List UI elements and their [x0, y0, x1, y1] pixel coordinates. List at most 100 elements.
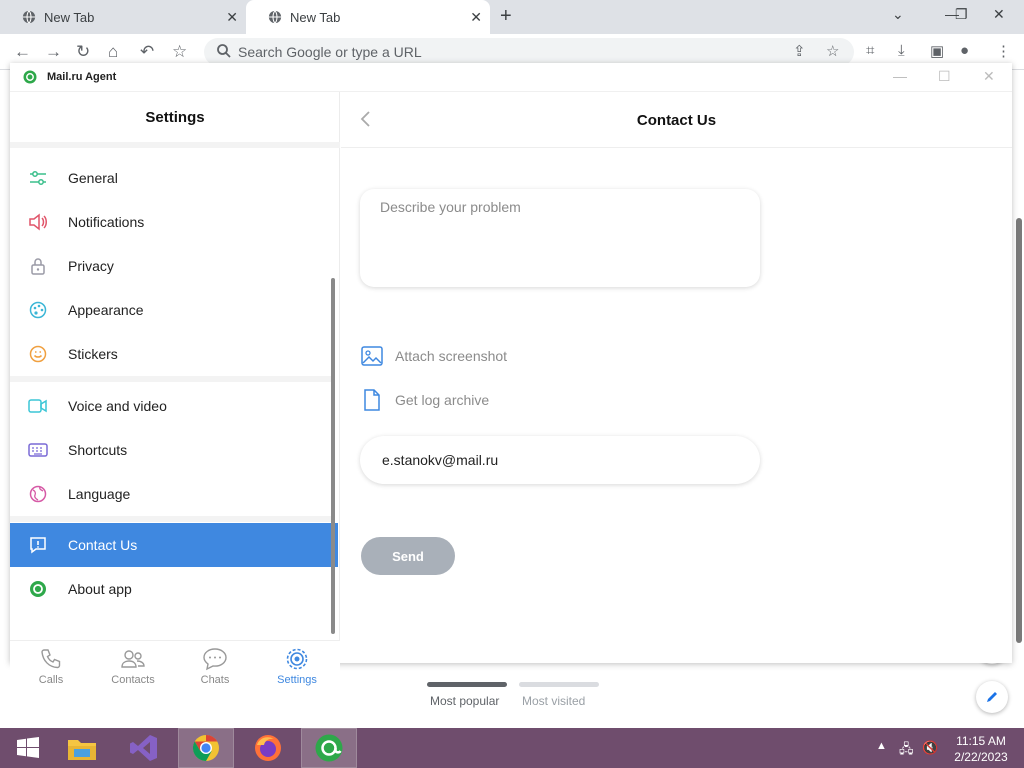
taskbar-visual-studio[interactable]	[116, 728, 172, 768]
start-button[interactable]	[0, 728, 56, 768]
close-tab-icon[interactable]: ✕	[470, 9, 482, 26]
tab-most-popular[interactable]: Most popular	[430, 694, 499, 708]
get-log-archive-label: Get log archive	[395, 392, 490, 408]
sidebar-item-appearance[interactable]: Appearance	[10, 288, 338, 332]
share-icon[interactable]: ⇪	[793, 42, 806, 60]
star-icon[interactable]: ☆	[826, 42, 839, 60]
nav-contacts[interactable]: Contacts	[92, 641, 174, 693]
tab-title: New Tab	[290, 9, 341, 25]
sidebar-item-label: Voice and video	[68, 398, 167, 414]
sidebar-item-stickers[interactable]: Stickers	[10, 332, 338, 376]
gear-icon	[286, 648, 308, 670]
taskbar-mail-agent[interactable]	[301, 728, 357, 768]
browser-tab[interactable]: New Tab ✕	[0, 0, 246, 34]
chat-bubble-icon	[203, 648, 227, 671]
taskbar-firefox[interactable]	[240, 728, 296, 768]
pencil-icon	[987, 692, 997, 702]
kebab-menu-icon[interactable]: ⋮	[996, 42, 1011, 60]
tab-search-chevron-icon[interactable]: ⌄	[892, 6, 904, 23]
side-panel-icon[interactable]: ▣	[930, 42, 944, 60]
app-titlebar: Mail.ru Agent — ☐ ✕	[10, 63, 1012, 92]
taskbar-chrome[interactable]	[178, 728, 234, 768]
sidebar-item-privacy[interactable]: Privacy	[10, 244, 338, 288]
globe-icon	[268, 10, 282, 24]
camera-icon	[28, 396, 48, 416]
close-tab-icon[interactable]: ✕	[226, 9, 238, 26]
close-icon[interactable]: ✕	[983, 68, 995, 85]
reload-icon[interactable]: ↻	[76, 42, 90, 62]
globe-icon	[22, 10, 36, 24]
maximize-icon[interactable]: ☐	[938, 68, 951, 85]
profile-avatar-icon[interactable]: ●	[960, 42, 969, 59]
taskbar-file-explorer[interactable]	[54, 728, 110, 768]
chevron-left-icon[interactable]	[359, 110, 371, 128]
new-tab-icon[interactable]: +	[500, 5, 512, 28]
search-icon	[217, 44, 231, 58]
network-icon[interactable]: 🖧	[899, 740, 914, 762]
email-card	[360, 436, 760, 484]
nav-label: Calls	[38, 674, 64, 686]
sidebar-item-label: Stickers	[68, 346, 118, 362]
volume-muted-icon[interactable]: 🔇	[922, 740, 938, 756]
sidebar-item-voice-video[interactable]: Voice and video	[10, 384, 338, 428]
nav-chats[interactable]: Chats	[174, 641, 256, 693]
clock-date: 2/22/2023	[954, 750, 1008, 764]
sidebar-divider	[10, 376, 332, 382]
agent-logo-icon	[23, 70, 37, 84]
message-alert-icon	[28, 535, 48, 555]
omnibox-placeholder: Search Google or type a URL	[238, 44, 422, 60]
send-button[interactable]: Send	[361, 537, 455, 575]
image-icon	[360, 346, 384, 366]
nav-label: Contacts	[111, 674, 155, 686]
browser-tab-strip: New Tab ✕ New Tab ✕ + ⌄ — ❐ ✕	[0, 0, 1024, 34]
taskbar-clock[interactable]: 11:15 AM 2/22/2023	[950, 733, 1012, 765]
sidebar-item-label: Appearance	[68, 302, 144, 318]
crop-icon[interactable]: ⌗	[866, 42, 874, 59]
phone-icon	[41, 649, 61, 669]
sidebar-item-contact-us[interactable]: Contact Us	[10, 523, 338, 567]
nav-settings[interactable]: Settings	[256, 641, 338, 693]
clock-time: 11:15 AM	[956, 734, 1006, 748]
document-icon	[360, 389, 384, 411]
customize-pencil-button[interactable]	[976, 681, 1008, 713]
sidebar-item-general[interactable]: General	[10, 156, 338, 200]
bookmark-star-icon[interactable]: ☆	[172, 42, 187, 62]
sidebar-item-label: Shortcuts	[68, 442, 128, 458]
most-popular-indicator	[427, 682, 507, 687]
tab-most-visited[interactable]: Most visited	[522, 694, 585, 708]
undo-icon[interactable]: ↶	[140, 42, 154, 62]
lock-icon	[28, 256, 48, 276]
sidebar-item-shortcuts[interactable]: Shortcuts	[10, 428, 338, 472]
problem-description-input[interactable]	[380, 199, 750, 279]
attach-screenshot-button[interactable]: Attach screenshot	[360, 343, 507, 369]
get-log-archive-button[interactable]: Get log archive	[360, 387, 489, 413]
sidebar-item-about[interactable]: About app	[10, 567, 338, 611]
globe-icon	[28, 484, 48, 504]
forward-arrow-icon[interactable]: →	[45, 42, 62, 62]
download-icon[interactable]: ⤓	[898, 42, 905, 59]
agent-logo-icon	[315, 734, 343, 762]
app-title: Mail.ru Agent	[47, 71, 117, 83]
back-arrow-icon[interactable]: ←	[14, 42, 31, 62]
agent-logo-icon	[28, 579, 48, 599]
sidebar-item-language[interactable]: Language	[10, 472, 338, 516]
omnibox[interactable]: Search Google or type a URL	[204, 38, 854, 66]
email-field[interactable]	[382, 436, 742, 484]
restore-window-icon[interactable]: ❐	[955, 6, 968, 23]
sidebar-scrollbar[interactable]	[331, 278, 335, 634]
sidebar-item-notifications[interactable]: Notifications	[10, 200, 338, 244]
nav-calls[interactable]: Calls	[10, 641, 92, 693]
sidebar-item-label: Contact Us	[68, 537, 138, 553]
tray-chevron-icon[interactable]: ▲	[876, 740, 887, 752]
browser-tab-active[interactable]: New Tab ✕	[246, 0, 490, 34]
speaker-icon	[28, 212, 48, 232]
close-window-icon[interactable]: ✕	[993, 6, 1005, 23]
smiley-icon	[28, 344, 48, 364]
nav-label: Settings	[277, 674, 317, 686]
firefox-icon	[255, 735, 281, 761]
minimize-icon[interactable]: —	[893, 68, 907, 84]
page-scrollbar[interactable]	[1016, 218, 1022, 643]
home-icon[interactable]: ⌂	[108, 42, 118, 62]
windows-logo-icon	[17, 737, 39, 758]
keyboard-icon	[28, 440, 48, 460]
